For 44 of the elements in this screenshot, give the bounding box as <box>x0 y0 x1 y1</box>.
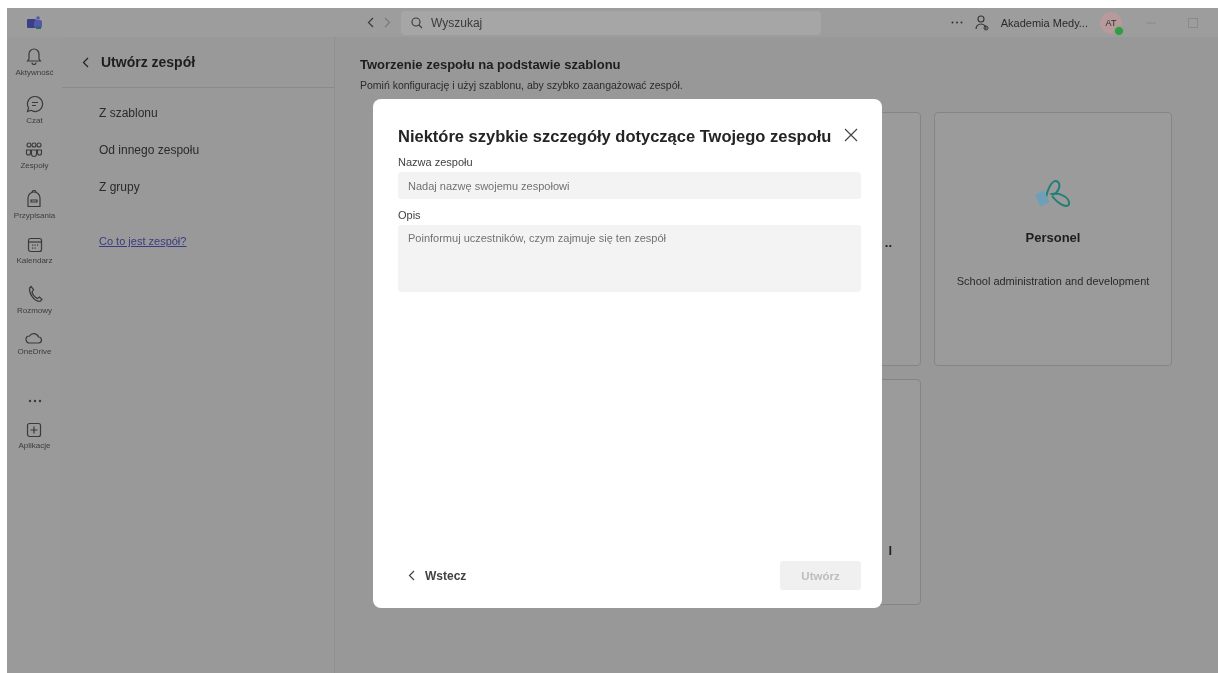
card-title: .. <box>884 235 892 250</box>
search-icon <box>411 16 423 29</box>
card-title: l <box>888 543 892 558</box>
panel-title: Utwórz zespół <box>101 54 196 70</box>
phone-icon <box>26 284 43 303</box>
more-icon[interactable] <box>950 21 963 24</box>
page-title: Tworzenie zespołu na podstawie szablonu <box>360 57 622 72</box>
panel-item[interactable]: Z szablonu <box>62 96 334 133</box>
rail-label[interactable]: Kalendarz <box>16 256 53 265</box>
account-name[interactable]: Akademia Medy... <box>1000 16 1088 29</box>
search-field[interactable]: Wyszukaj <box>401 10 821 35</box>
more-icon[interactable] <box>27 398 42 403</box>
cloud-icon <box>25 332 44 344</box>
lanyard-badge-icon <box>1034 178 1072 208</box>
panel-item[interactable]: Z grupy <box>62 170 334 207</box>
name-field[interactable]: Nadaj nazwę swojemu zespołowi <box>398 172 861 199</box>
rail-label[interactable]: Zespoły <box>20 161 49 170</box>
page-subtitle: Pomiń konfigurację i użyj szablonu, aby szybko zaangażować zespół. <box>360 79 684 91</box>
rail-label[interactable]: OneDrive <box>17 347 52 356</box>
rail-label[interactable]: Aplikacje <box>18 440 51 450</box>
calendar-icon <box>26 237 43 253</box>
help-link[interactable]: Co to jest zespół? <box>99 235 187 247</box>
card-description: School administration and development <box>956 275 1150 287</box>
description-field[interactable]: Poinformuj uczestników, czym zajmuje się ten zespół <box>398 225 861 292</box>
card-title: Personel <box>1025 230 1081 245</box>
dialog-title: Niektóre szybkie szczegóły dotyczące Twojego zespołu <box>398 126 832 146</box>
backpack-icon <box>26 189 43 208</box>
rail-label[interactable]: Przypisania <box>13 210 56 220</box>
field-label: Nazwa zespołu <box>398 156 474 168</box>
template-card[interactable]: Personel School administration and development <box>934 112 1172 366</box>
chat-icon <box>25 94 44 113</box>
rail-label[interactable]: Czat <box>26 115 43 125</box>
chevron-left-icon <box>408 570 415 581</box>
add-apps-icon <box>26 421 43 438</box>
rail-label[interactable]: Aktywność <box>15 68 54 77</box>
bell-icon <box>26 47 43 65</box>
back-button[interactable]: Wstecz <box>408 568 467 583</box>
avatar[interactable]: AT <box>1100 11 1122 34</box>
panel-item[interactable]: Od innego zespołu <box>62 133 334 170</box>
field-label: Opis <box>398 209 422 221</box>
rail-label[interactable]: Rozmowy <box>16 305 53 315</box>
people-icon <box>25 142 44 158</box>
person-icon[interactable] <box>974 14 989 31</box>
teams-logo-icon[interactable] <box>26 15 43 30</box>
